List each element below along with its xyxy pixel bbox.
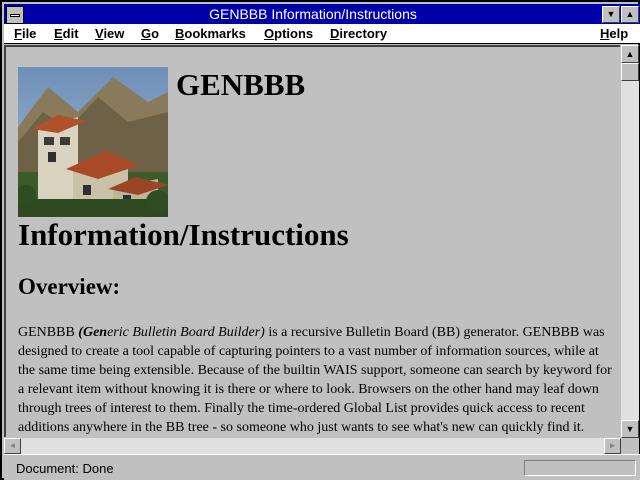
scroll-right-button[interactable]: ► <box>604 438 621 454</box>
site-title: GENBBB <box>176 67 306 102</box>
menu-go[interactable]: Go <box>141 24 159 44</box>
title-bar[interactable]: GENBBB Information/Instructions ▼ ▲ <box>4 4 640 24</box>
status-bar: Document: Done <box>4 454 640 480</box>
browser-window: GENBBB Information/Instructions ▼ ▲ File… <box>0 0 640 480</box>
minimize-button[interactable]: ▼ <box>602 6 620 23</box>
scroll-left-button[interactable]: ◄ <box>4 438 21 454</box>
system-menu-button[interactable] <box>6 6 24 24</box>
menu-directory[interactable]: Directory <box>330 24 387 44</box>
menu-help[interactable]: Help <box>600 24 628 44</box>
overview-paragraph: GENBBB (Generic Bulletin Board Builder) … <box>18 325 612 435</box>
horizontal-scrollbar[interactable]: ◄ ► <box>4 438 621 454</box>
progress-indicator <box>524 460 636 476</box>
document-view[interactable]: GENBBB Information/Instructions Overview… <box>4 45 620 437</box>
vertical-scroll-thumb[interactable] <box>621 63 639 81</box>
menu-options[interactable]: Options <box>264 24 313 44</box>
horizontal-scroll-track[interactable] <box>21 438 604 454</box>
menu-edit[interactable]: Edit <box>54 24 79 44</box>
menu-view[interactable]: View <box>95 24 124 44</box>
scrollbar-corner <box>621 438 639 454</box>
window-title: GENBBB Information/Instructions <box>209 6 417 22</box>
scroll-down-button[interactable]: ▼ <box>621 420 639 438</box>
status-text: Document: Done <box>16 461 114 476</box>
scroll-up-button[interactable]: ▲ <box>621 45 639 63</box>
page-heading: Information/Instructions <box>18 217 349 252</box>
menu-bookmarks[interactable]: Bookmarks <box>175 24 246 44</box>
vertical-scroll-track[interactable] <box>621 63 639 420</box>
section-heading: Overview: <box>18 274 121 299</box>
menu-file[interactable]: File <box>14 24 36 44</box>
maximize-button[interactable]: ▲ <box>621 6 639 23</box>
system-menu-icon <box>10 14 20 17</box>
vertical-scrollbar[interactable]: ▲ ▼ <box>621 45 639 438</box>
menu-bar: File Edit View Go Bookmarks Options Dire… <box>4 24 640 44</box>
building-photo-logo <box>18 67 168 217</box>
